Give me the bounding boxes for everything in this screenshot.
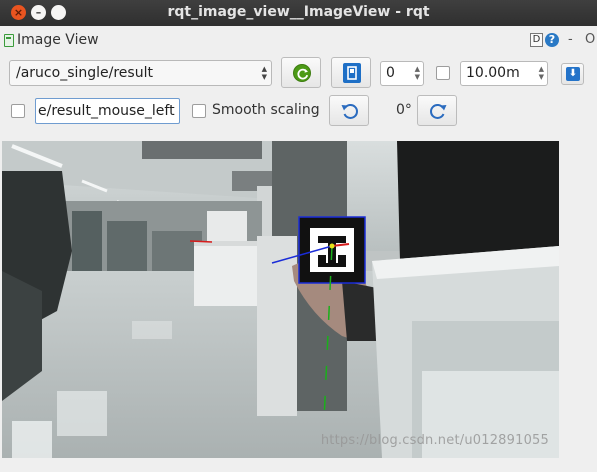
rotate-right-button[interactable] (417, 95, 457, 126)
refresh-icon (293, 64, 311, 82)
smooth-scaling-checkbox[interactable] (192, 104, 206, 118)
smooth-scaling-label: Smooth scaling (212, 102, 320, 118)
zoom-fit-button[interactable] (331, 57, 371, 88)
save-icon: ⬇ (566, 67, 580, 81)
mouse-topic-value: e/result_mouse_left (38, 103, 175, 119)
rotate-right-icon (430, 103, 447, 119)
max-range-spinbox[interactable]: 10.00m ▲ ▼ (460, 61, 548, 86)
dock-toggle-button[interactable]: D (530, 33, 543, 47)
max-range-checkbox[interactable] (436, 66, 450, 80)
spin-arrows-icon[interactable]: ▲ ▼ (539, 65, 544, 81)
window-title: rqt_image_view__ImageView - rqt (167, 4, 430, 20)
spin-arrows-icon[interactable]: ▲ ▼ (415, 65, 420, 81)
zoom-icon (343, 63, 361, 83)
rotate-left-button[interactable] (329, 95, 369, 126)
chevron-updown-icon: ▲ ▼ (261, 65, 267, 81)
plugin-icon (4, 34, 14, 47)
value-spinbox[interactable]: 0 ▲ ▼ (380, 61, 424, 86)
camera-image (2, 141, 559, 458)
plugin-title: Image View (17, 32, 99, 48)
close-plugin-button[interactable]: O (585, 32, 595, 47)
refresh-topics-button[interactable] (281, 57, 321, 88)
topic-select-value: /aruco_single/result (16, 65, 153, 81)
mouse-publish-checkbox[interactable] (11, 104, 25, 118)
save-image-button[interactable]: ⬇ (561, 63, 584, 85)
help-icon[interactable]: ? (545, 33, 559, 47)
rotate-left-icon (341, 103, 358, 119)
minimize-plugin-button[interactable]: - (568, 32, 573, 47)
max-range-value: 10.00m (466, 65, 520, 81)
mouse-topic-input[interactable]: e/result_mouse_left (35, 98, 180, 124)
rotation-angle: 0° (396, 102, 412, 118)
watermark: https://blog.csdn.net/u012891055 (320, 433, 549, 448)
title-bar: × – rqt_image_view__ImageView - rqt (0, 0, 597, 26)
plugin-header: Image View D ? - O (0, 26, 597, 54)
value-spinbox-value: 0 (386, 65, 395, 81)
topic-select[interactable]: /aruco_single/result ▲ ▼ (9, 60, 272, 86)
image-view[interactable]: https://blog.csdn.net/u012891055 (2, 141, 559, 458)
